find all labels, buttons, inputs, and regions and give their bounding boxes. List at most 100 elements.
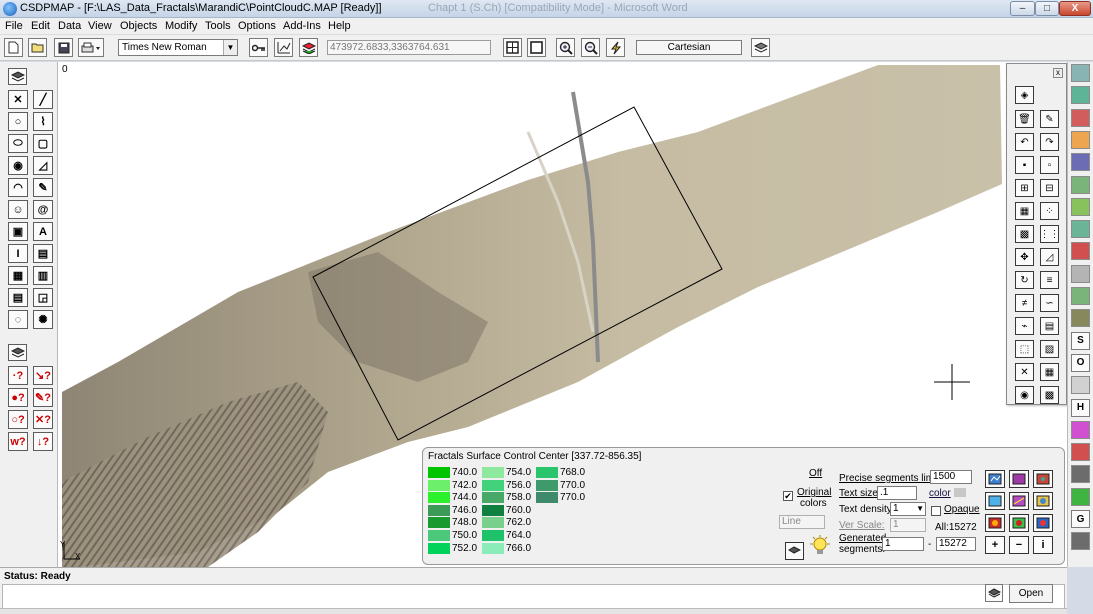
- building-icon[interactable]: ▤: [8, 288, 28, 307]
- goal-icon[interactable]: [1071, 465, 1090, 484]
- spiral-icon[interactable]: @: [33, 200, 53, 219]
- table-icon[interactable]: ▥: [33, 266, 53, 285]
- properties-icon[interactable]: [1071, 532, 1090, 551]
- pattern-icon[interactable]: [1071, 264, 1090, 283]
- color-level-row[interactable]: 748.0: [428, 517, 477, 529]
- chart-icon[interactable]: [1071, 153, 1090, 172]
- line-icon[interactable]: ╱: [33, 90, 53, 109]
- blob-icon[interactable]: [1071, 443, 1090, 462]
- toggle-g-button[interactable]: G: [1071, 510, 1090, 528]
- chevron-down-icon[interactable]: ▼: [916, 503, 924, 515]
- query-sort-button[interactable]: ↓?: [33, 432, 53, 451]
- notes-icon[interactable]: ≡: [1040, 271, 1059, 289]
- color-level-row[interactable]: 768.0: [536, 467, 585, 479]
- open-folder-icon[interactable]: [28, 38, 47, 57]
- menu-data[interactable]: Data: [58, 20, 81, 32]
- menu-modify[interactable]: Modify: [165, 20, 197, 32]
- color-level-row[interactable]: 744.0: [428, 492, 477, 504]
- color-map-icon[interactable]: [1071, 242, 1090, 261]
- color-level-row[interactable]: 742.0: [428, 479, 477, 492]
- surface-icon-3[interactable]: [1033, 470, 1053, 488]
- target-icon[interactable]: ✺: [33, 310, 53, 329]
- color-swatch[interactable]: [536, 492, 558, 504]
- info-button[interactable]: i: [1033, 536, 1053, 554]
- color-swatch[interactable]: [428, 542, 450, 554]
- line-chart-icon[interactable]: ⌁: [1015, 317, 1034, 335]
- line-mode-select[interactable]: Line: [779, 515, 825, 529]
- surface-icon-7[interactable]: [985, 514, 1005, 532]
- color-level-row[interactable]: 752.0: [428, 542, 477, 555]
- paste-icon[interactable]: ▫: [1040, 156, 1059, 174]
- copy-icon[interactable]: ▪: [1015, 156, 1034, 174]
- surface-icon-5[interactable]: [1009, 492, 1029, 510]
- text-density-select[interactable]: 1 ▼: [890, 502, 926, 516]
- redo-icon[interactable]: ↷: [1040, 133, 1059, 151]
- query-edit-button[interactable]: ✎?: [33, 388, 53, 407]
- print-icon[interactable]: [78, 38, 104, 57]
- properties-icon[interactable]: [985, 584, 1003, 602]
- surface-icon-2[interactable]: [1009, 470, 1029, 488]
- polyline-icon[interactable]: ⌇: [33, 112, 53, 131]
- opaque-checkbox[interactable]: [931, 505, 941, 517]
- menu-edit[interactable]: Edit: [31, 20, 50, 32]
- area-chart-icon[interactable]: [1071, 287, 1090, 305]
- rounded-rect-icon[interactable]: ▢: [33, 134, 53, 153]
- opaque-check[interactable]: [931, 506, 941, 517]
- graph-icon[interactable]: ◲: [33, 288, 53, 307]
- multiline-text-icon[interactable]: ▤: [33, 244, 53, 263]
- color-level-row[interactable]: 764.0: [482, 530, 531, 542]
- measure-icon[interactable]: [274, 38, 293, 57]
- hatch-icon[interactable]: [1071, 197, 1090, 216]
- image-icon[interactable]: ▣: [8, 222, 28, 241]
- color-swatch[interactable]: [482, 504, 504, 516]
- generated-from-input[interactable]: 1: [882, 537, 924, 551]
- color-level-row[interactable]: 754.0: [482, 467, 531, 479]
- layers-icon[interactable]: [299, 38, 318, 57]
- contour-icon[interactable]: [1071, 376, 1090, 395]
- color-level-row[interactable]: 770.0: [536, 479, 585, 492]
- toggle-s-button[interactable]: S: [1071, 331, 1090, 350]
- color-level-row[interactable]: 750.0: [428, 530, 477, 542]
- menu-tools[interactable]: Tools: [205, 20, 231, 32]
- save-icon[interactable]: [54, 38, 73, 57]
- curve-icon[interactable]: ∽: [1040, 294, 1059, 312]
- grid-view-icon[interactable]: [503, 38, 522, 57]
- export-icon[interactable]: [1071, 487, 1090, 506]
- vertical-text-icon[interactable]: I: [8, 244, 28, 263]
- color-swatch[interactable]: [428, 479, 450, 491]
- minus-button[interactable]: −: [1009, 536, 1029, 554]
- query-line-button[interactable]: ↘?: [33, 366, 53, 385]
- surface-icon-1[interactable]: [985, 470, 1005, 488]
- ungroup-icon[interactable]: ⊟: [1040, 179, 1059, 197]
- arc-icon[interactable]: ◠: [8, 178, 28, 197]
- menu-help[interactable]: Help: [328, 20, 351, 32]
- map-icon[interactable]: ⬚: [1015, 340, 1034, 358]
- color-swatch[interactable]: [482, 467, 504, 478]
- color-swatch[interactable]: [428, 467, 450, 478]
- color-level-row[interactable]: 746.0: [428, 504, 477, 517]
- plus-button[interactable]: +: [985, 536, 1005, 554]
- point-icon[interactable]: ◌: [8, 310, 28, 329]
- warning-icon[interactable]: [1071, 130, 1090, 149]
- ellipse-icon[interactable]: ⬭: [8, 134, 28, 153]
- color-level-row[interactable]: 762.0: [482, 517, 531, 529]
- measure-icon[interactable]: [1071, 309, 1090, 328]
- properties-icon-lower[interactable]: [8, 344, 27, 361]
- properties-icon[interactable]: [751, 38, 770, 57]
- menu-add-ins[interactable]: Add-Ins: [283, 20, 321, 32]
- menu-file[interactable]: File: [5, 20, 23, 32]
- original-colors-checkbox[interactable]: ✔: [783, 490, 793, 502]
- menu-objects[interactable]: Objects: [120, 20, 157, 32]
- font-select[interactable]: Times New Roman ▼: [118, 39, 238, 56]
- surface-icon-4[interactable]: [985, 492, 1005, 510]
- lightbulb-icon[interactable]: [809, 534, 831, 558]
- resize-icon[interactable]: ◿: [1040, 248, 1059, 266]
- color-swatch[interactable]: [428, 530, 450, 541]
- symbol-icon[interactable]: ☺: [8, 200, 28, 219]
- close-button[interactable]: X: [1059, 1, 1091, 16]
- menu-view[interactable]: View: [88, 20, 112, 32]
- select-icon[interactable]: ✕: [8, 90, 28, 109]
- color-button[interactable]: color: [929, 488, 951, 499]
- color-swatch[interactable]: [536, 479, 558, 491]
- properties-icon[interactable]: [8, 68, 27, 85]
